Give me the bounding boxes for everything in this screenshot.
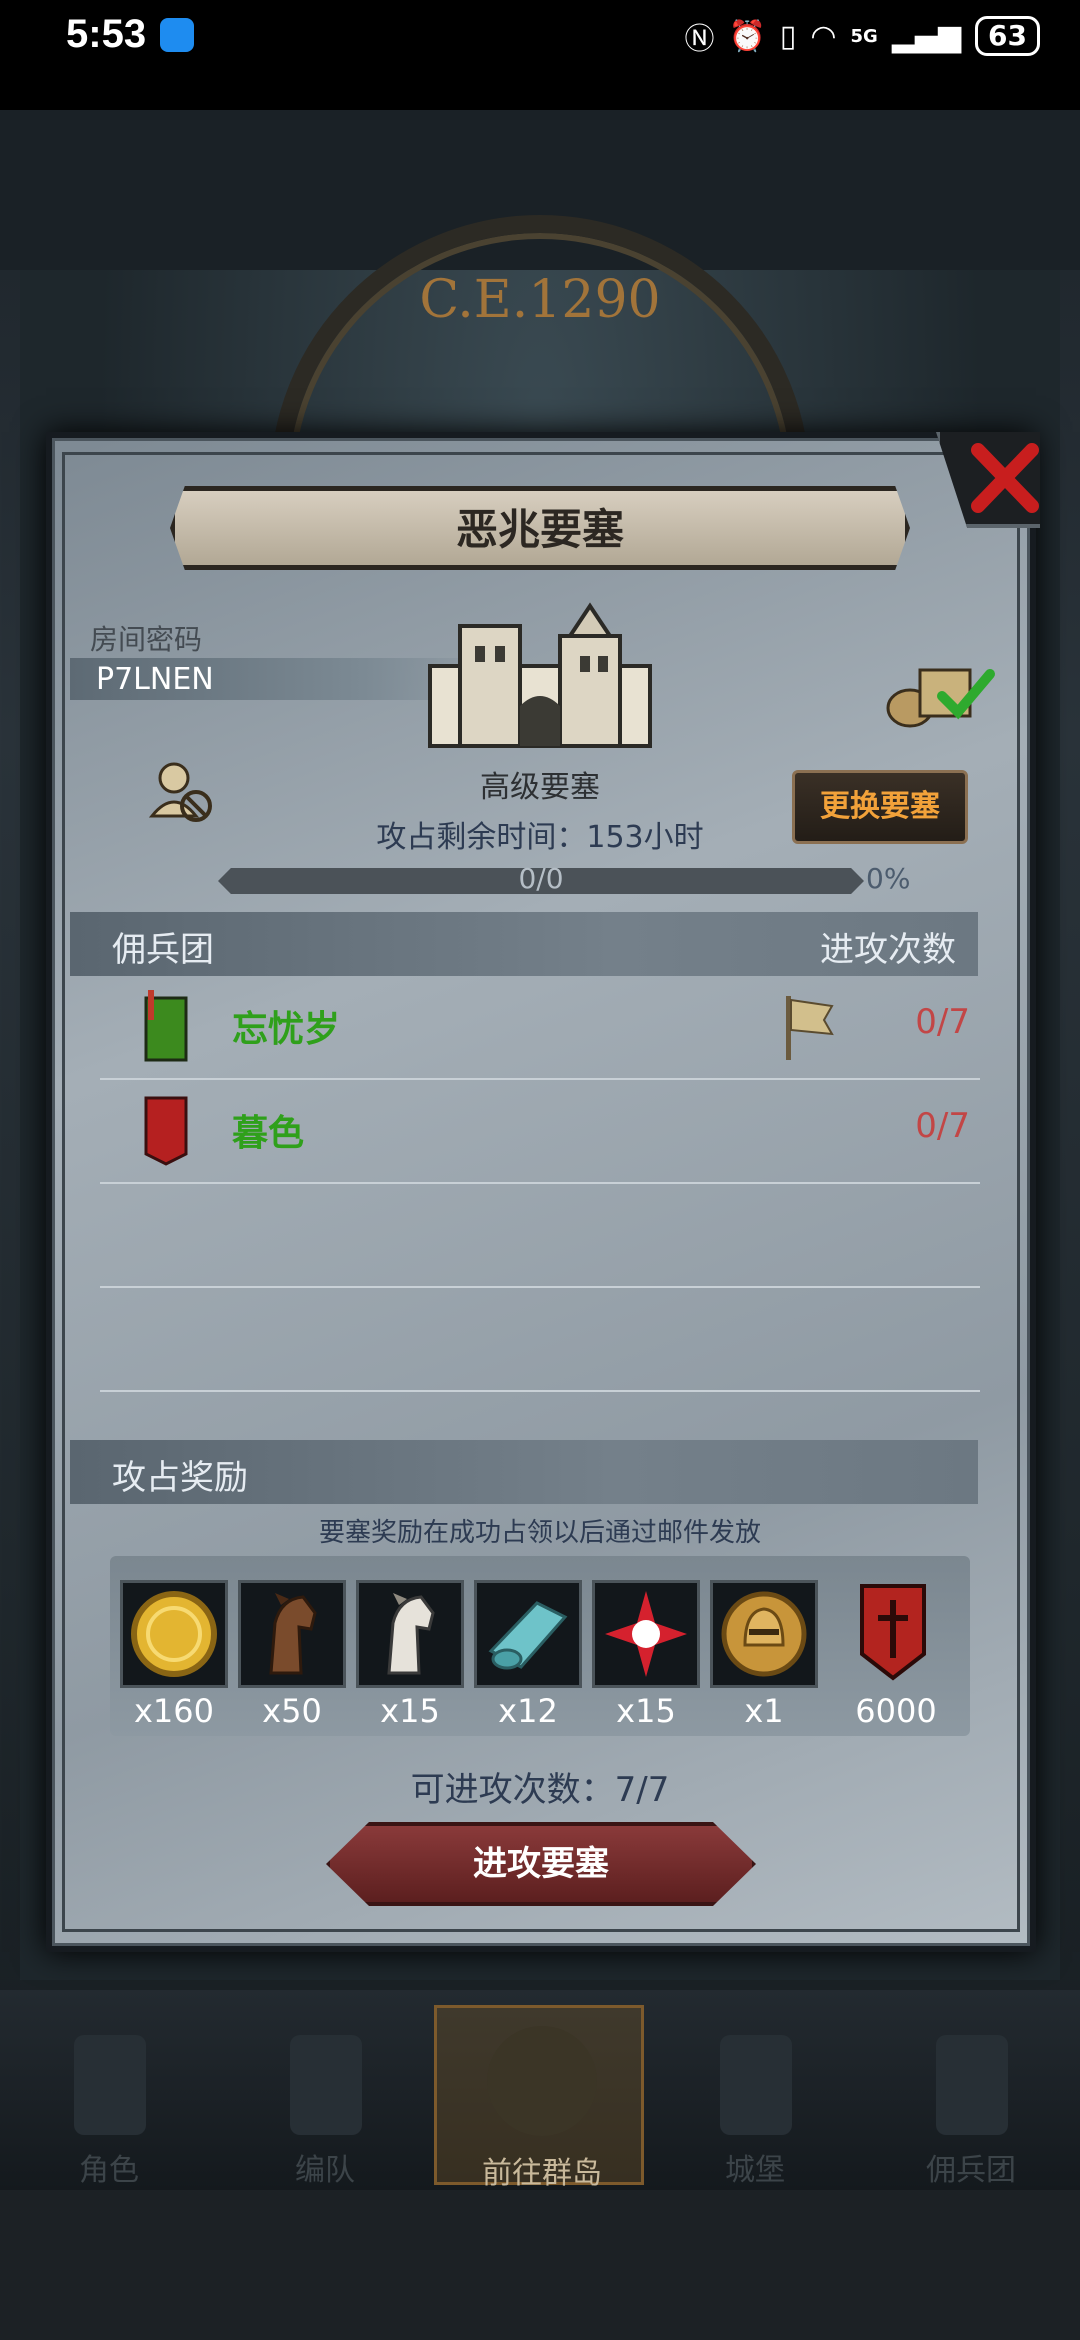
reward-item[interactable]: x15 <box>592 1580 700 1730</box>
reward-count: x12 <box>498 1692 558 1730</box>
white-horse-icon <box>387 1593 435 1675</box>
mercenary-nav-icon <box>936 2035 1008 2135</box>
reward-icon-box <box>120 1580 228 1688</box>
mercenary-attack-count: 0/7 <box>915 1002 970 1042</box>
helmet-icon <box>290 2035 362 2135</box>
reward-icon-box <box>356 1580 464 1688</box>
reward-item[interactable]: 6000 <box>842 1580 950 1730</box>
nav-item-formation[interactable]: 编队 <box>220 2005 430 2188</box>
reward-count: x160 <box>133 1692 214 1730</box>
brown-horse-icon <box>269 1593 317 1675</box>
network-type: 5G <box>850 25 878 47</box>
flag-icon <box>786 996 834 1060</box>
empty-row <box>100 1288 980 1392</box>
reward-note: 要塞奖励在成功占领以后通过邮件发放 <box>318 1518 761 1548</box>
dialog-title: 恶兆要塞 <box>455 505 624 554</box>
empty-row <box>100 1184 980 1288</box>
gold-coin-icon <box>131 1591 217 1677</box>
reward-icon-box <box>710 1580 818 1688</box>
bottom-bar <box>0 2190 1080 2340</box>
reward-item[interactable]: x1 <box>710 1580 818 1730</box>
reward-item[interactable]: x15 <box>356 1580 464 1730</box>
reward-item[interactable]: x12 <box>474 1580 582 1730</box>
nav-label: 角色 <box>79 2153 139 2188</box>
compass-icon <box>487 2026 597 2136</box>
capture-progress-percent: 0% <box>866 862 911 895</box>
nav-item-castle[interactable]: 城堡 <box>650 2005 860 2188</box>
status-time: 5:53 <box>66 12 147 56</box>
nav-label: 佣兵团 <box>926 2153 1016 2188</box>
mercenary-name: 忘忧岁 <box>232 1009 341 1050</box>
mercenary-section-title: 佣兵团 <box>112 930 214 970</box>
battery-level: 63 <box>975 16 1040 56</box>
attack-count-header: 进攻次数 <box>820 930 956 970</box>
reward-count: x15 <box>380 1692 440 1730</box>
fortress-level: 高级要塞 <box>480 770 600 805</box>
loot-box-icon[interactable] <box>880 650 1000 730</box>
room-code: P7LNEN <box>96 662 214 697</box>
wifi-icon: ◠ <box>810 18 837 54</box>
alarm-icon: ⏰ <box>728 18 766 54</box>
helmet-medal-icon <box>721 1591 807 1677</box>
capture-progress-text: 0/0 <box>518 862 564 895</box>
mercenary-row[interactable]: 暮色 0/7 <box>100 1080 980 1184</box>
reward-item[interactable]: x50 <box>238 1580 346 1730</box>
reward-count: x50 <box>262 1692 322 1730</box>
close-icon <box>971 443 1039 513</box>
cloth-roll-icon <box>488 1601 568 1670</box>
available-attacks: 可进攻次数：7/7 <box>410 1770 670 1810</box>
nav-item-character[interactable]: 角色 <box>4 2005 214 2188</box>
red-star-icon <box>605 1591 687 1677</box>
attack-fortress-button[interactable]: 进攻要塞 <box>326 1822 756 1906</box>
nav-label: 城堡 <box>725 2153 785 2188</box>
knight-icon <box>74 2035 146 2135</box>
castle-nav-icon <box>720 2035 792 2135</box>
guild-banner-icon <box>860 1584 926 1681</box>
reward-icon-box <box>474 1580 582 1688</box>
reward-count: 6000 <box>855 1692 937 1730</box>
change-fortress-button[interactable]: 更换要塞 <box>792 770 968 844</box>
no-team-icon[interactable] <box>146 760 216 826</box>
castle-icon <box>428 602 652 748</box>
vibrate-icon: ▯ <box>779 18 797 54</box>
reward-icon-box <box>238 1580 346 1688</box>
remaining-time: 攻占剩余时间：153小时 <box>376 820 704 855</box>
reward-icon-box <box>842 1580 950 1688</box>
nav-item-islands[interactable]: 前往群岛 <box>434 2005 644 2191</box>
reward-section-title: 攻占奖励 <box>112 1458 248 1498</box>
nfc-icon: Ⓝ <box>684 22 715 57</box>
status-icons: Ⓝ ⏰ ▯ ◠ 5G ▂▄▆ 63 <box>684 14 1040 58</box>
signal-icon: ▂▄▆ <box>891 18 962 54</box>
mercenary-attack-count: 0/7 <box>915 1106 970 1146</box>
reward-count: x1 <box>744 1692 784 1730</box>
nav-label: 编队 <box>295 2153 355 2188</box>
app-notification-icon <box>160 18 194 52</box>
red-banner-icon <box>144 1096 188 1166</box>
reward-item[interactable]: x160 <box>120 1580 228 1730</box>
nav-item-mercenaries[interactable]: 佣兵团 <box>866 2005 1076 2188</box>
room-password-label: 房间密码 <box>90 623 203 656</box>
era-label: C.E.1290 <box>419 270 661 330</box>
nav-label: 前往群岛 <box>482 2156 602 2191</box>
reward-icon-box <box>592 1580 700 1688</box>
reward-count: x15 <box>616 1692 676 1730</box>
mercenary-row[interactable]: 忘忧岁 0/7 <box>100 976 980 1080</box>
mercenary-name: 暮色 <box>232 1113 305 1154</box>
green-banner-icon <box>144 990 188 1062</box>
